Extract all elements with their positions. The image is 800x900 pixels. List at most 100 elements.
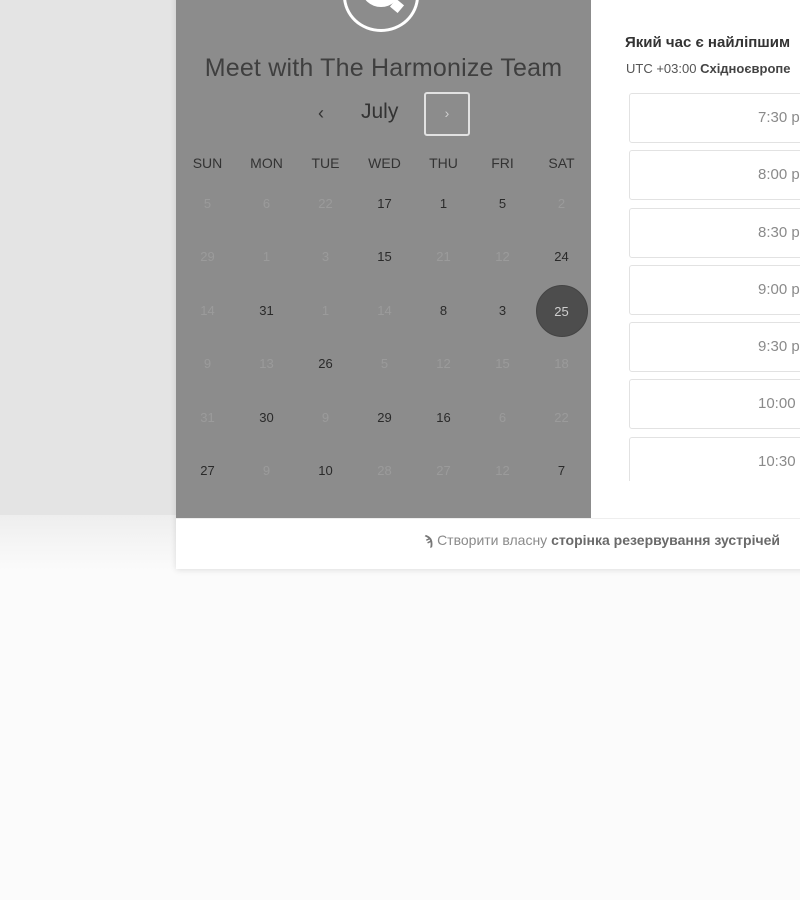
calendar-weeks: 5 6 22 17 1 5 2 29 1 3 15 21 12 24 14 31 1 14 8 3 25 9 13 26 5 12…: [178, 177, 588, 498]
calendar-week: 31 30 9 29 16 6 22: [178, 391, 588, 445]
calendar-day[interactable]: 1: [414, 178, 473, 230]
calendar-day[interactable]: 27: [178, 445, 237, 497]
month-navigation: ‹ July ›: [176, 92, 591, 136]
day-number: 28: [377, 463, 392, 479]
timezone-name: Східноєвропе: [700, 61, 791, 76]
day-number: 16: [436, 409, 451, 425]
calendar-day: 2: [532, 178, 591, 230]
calendar-day[interactable]: 26: [296, 338, 355, 390]
day-number: 27: [200, 463, 215, 479]
time-slot-button[interactable]: 9:00 p: [629, 264, 800, 315]
day-number: 27: [436, 463, 451, 479]
time-slot-button[interactable]: 9:30 p: [629, 322, 800, 373]
day-number: 5: [498, 195, 507, 211]
time-slot-button[interactable]: 7:30 p: [629, 93, 800, 143]
calendar-day: 1: [237, 231, 296, 283]
team-title: Meet with The Harmonize Team: [204, 54, 563, 82]
day-number: 7: [557, 463, 566, 479]
calendar-day[interactable]: 7: [532, 445, 591, 497]
day-number: 26: [318, 356, 333, 372]
calendar-day: 9: [237, 445, 296, 497]
create-own-link[interactable]: ϡ Створити власну сторінка резервування з…: [425, 532, 780, 548]
calendar-day[interactable]: 10: [296, 445, 355, 497]
month-label: July: [361, 100, 399, 123]
calendar-day[interactable]: 15: [355, 231, 414, 283]
footer-bold-text: сторінка резервування зустрічей: [551, 532, 780, 548]
day-number: 1: [439, 195, 448, 211]
day-number: 13: [259, 356, 274, 372]
calendar-week: 9 13 26 5 12 15 18: [178, 338, 588, 392]
day-number: 6: [262, 195, 271, 211]
weekday-label: TUE: [311, 155, 340, 171]
calendar-day[interactable]: 5: [473, 178, 532, 230]
day-number: 12: [436, 356, 451, 372]
weekday-label: FRI: [491, 155, 514, 171]
day-number: 1: [321, 302, 330, 318]
calendar-day: 3: [296, 231, 355, 283]
calendar-day: 9: [178, 338, 237, 390]
calendar-day: 21: [414, 231, 473, 283]
weekday-label: MON: [250, 155, 283, 171]
calendar-day[interactable]: 17: [355, 178, 414, 230]
calendar-day[interactable]: 31: [237, 285, 296, 337]
time-slot-button[interactable]: 8:30 p: [629, 207, 800, 258]
calendar-day: 15: [473, 338, 532, 390]
chat-bubble-icon: [362, 0, 400, 7]
footer: ϡ Створити власну сторінка резервування з…: [176, 518, 800, 569]
day-number: 5: [380, 356, 389, 372]
weekday-label: WED: [368, 155, 401, 171]
weekday-label: SUN: [192, 155, 223, 171]
calendar-day: 12: [473, 231, 532, 283]
footer-prefix: Створити власну: [437, 532, 548, 548]
calendar-day-selected[interactable]: 25: [532, 284, 591, 337]
calendar-day[interactable]: 8: [414, 285, 473, 337]
calendar-day: 6: [237, 178, 296, 230]
calendar-day: 12: [473, 445, 532, 497]
day-number: 31: [200, 409, 215, 425]
timezone-selector[interactable]: UTC +03:00 Східноєвропе: [626, 61, 791, 76]
day-number: 18: [554, 356, 569, 372]
time-slot-list: 7:30 p 8:00 p 8:30 p 9:00 p 9:30 p 10:00 10:30: [629, 93, 800, 481]
calendar-day[interactable]: 30: [237, 392, 296, 444]
calendar-day: 29: [178, 231, 237, 283]
calendar-day: 12: [414, 338, 473, 390]
day-number: 6: [498, 409, 507, 425]
calendar-day: 22: [296, 178, 355, 230]
calendar-day: 28: [355, 445, 414, 497]
meetings-widget: ••• Meet with The Harmonize Team ‹ July …: [176, 0, 800, 569]
day-number: 2: [557, 195, 566, 211]
calendar-day: 9: [296, 392, 355, 444]
day-number: 17: [377, 195, 392, 211]
team-avatar: •••: [343, 0, 419, 32]
prev-month-button[interactable]: ‹: [309, 92, 333, 134]
weekday-label: SAT: [548, 155, 575, 171]
calendar-week: 29 1 3 15 21 12 24: [178, 231, 588, 285]
time-slot-button[interactable]: 10:00: [629, 379, 800, 430]
day-number: 1: [262, 249, 271, 265]
time-question: Який час є найліпшим: [625, 34, 791, 51]
calendar-day[interactable]: 29: [355, 392, 414, 444]
timezone-offset: UTC +03:00: [626, 61, 697, 76]
calendar-day[interactable]: 16: [414, 392, 473, 444]
day-number: 22: [554, 409, 569, 425]
calendar-day[interactable]: 24: [532, 231, 591, 283]
next-month-button[interactable]: ›: [424, 92, 470, 136]
day-number: 9: [203, 356, 212, 372]
day-number: 5: [203, 195, 212, 211]
day-number: 21: [436, 249, 451, 265]
day-number: 31: [259, 302, 274, 318]
calendar-day: 13: [237, 338, 296, 390]
day-number: 9: [321, 409, 330, 425]
day-number: 25: [535, 284, 588, 337]
day-number: 12: [495, 463, 510, 479]
time-panel: Який час є найліпшим UTC +03:00 Східноєв…: [591, 0, 800, 518]
calendar-day[interactable]: 3: [473, 285, 532, 337]
calendar-day: 14: [178, 285, 237, 337]
calendar-grid: SUN MON TUE WED THU FRI SAT 5 6 22 17 1 5 2 29 1 3 15 21 1…: [178, 155, 588, 498]
time-slot-button[interactable]: 8:00 p: [629, 150, 800, 201]
calendar-day: 31: [178, 392, 237, 444]
day-number: 10: [318, 463, 333, 479]
calendar-day: 14: [355, 285, 414, 337]
calendar-week: 5 6 22 17 1 5 2: [178, 177, 588, 231]
time-slot-button[interactable]: 10:30: [629, 436, 800, 481]
